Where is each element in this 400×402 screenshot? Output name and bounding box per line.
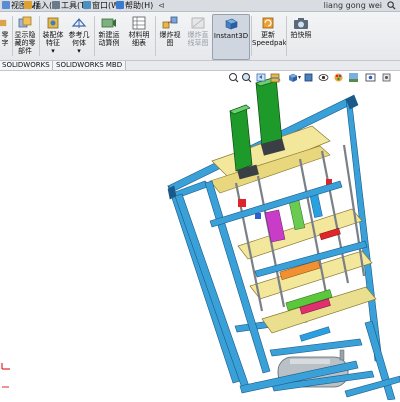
speedpak-icon [262, 17, 274, 29]
zoom-area-icon[interactable] [241, 72, 252, 83]
zoom-fit-icon[interactable] [228, 72, 239, 83]
display-style-icon[interactable] [303, 72, 314, 83]
explode-line-sketch-button[interactable]: 爆炸直 线草图 [184, 14, 212, 58]
help-menu-icon [116, 1, 124, 9]
tools-menu-icon [52, 1, 60, 9]
view-settings-icon[interactable] [365, 72, 376, 83]
part-icon [0, 19, 7, 27]
search-icon[interactable] [387, 1, 396, 10]
button-label: 字 [1, 39, 9, 47]
instant3d-button[interactable]: Instant3D [212, 14, 250, 60]
button-label: 新建运 [98, 31, 120, 39]
frame-bottom [344, 320, 400, 401]
edit-appearance-icon[interactable] [333, 72, 344, 83]
button-label: 藏的零 [14, 39, 36, 47]
camera-icon [294, 18, 308, 29]
view-orientation-icon[interactable] [287, 72, 298, 83]
hide-show-icon[interactable] [318, 72, 329, 83]
button-label: Speedpak [252, 39, 287, 47]
take-snapshot-button[interactable]: 拍快照 [287, 14, 315, 58]
new-motion-study-button[interactable]: 新建运 动算例 [95, 14, 123, 58]
menu-pin-icon[interactable]: ⊲ [158, 0, 165, 11]
button-label: 零 [1, 31, 9, 39]
menu-help[interactable]: 帮助(H) [125, 0, 153, 11]
button-label: 细表 [132, 39, 146, 47]
button-label: 何体 [72, 39, 86, 47]
button-label: 爆炸直 [187, 31, 209, 39]
heads-up-view-toolbar: ▾ [0, 71, 400, 85]
button-label: 线草图 [187, 39, 209, 47]
button-label: 图 [166, 39, 174, 47]
command-tab-bar: SOLIDWORKS 插件 SOLIDWORKS MBD [0, 61, 400, 71]
insert-menu-icon [24, 1, 32, 9]
button-label: Instant3D [213, 32, 249, 40]
chevron-down-icon[interactable]: ▾ [66, 47, 92, 55]
bill-of-materials-icon [132, 16, 146, 30]
assembly-features-icon [47, 17, 59, 29]
command-manager-ribbon: 零 字 显示隐 藏的零 部件 装配体 特征 ▾ 参考几 何体 ▾ 新建运 动算例… [0, 12, 400, 61]
chevron-down-icon[interactable]: ▾ [40, 47, 66, 55]
button-label: 参考几 [68, 31, 90, 39]
section-view-icon[interactable] [270, 72, 281, 83]
button-label: 显示隐 [14, 31, 36, 39]
view-menu-icon [2, 1, 10, 9]
show-hidden-icon [18, 16, 32, 28]
exploded-view-icon [162, 16, 178, 29]
window-menu-icon [83, 1, 91, 9]
button-label: 动算例 [98, 39, 120, 47]
menu-bar: 视图(V) 插入(I) 工具(T) 窗口(W) 帮助(H) ⊲ liang go… [0, 0, 400, 12]
button-label: 部件 [18, 47, 32, 55]
origin-triad [1, 363, 10, 388]
bill-of-materials-button[interactable]: 材料明 细表 [125, 14, 153, 58]
button-label: 爆炸视 [159, 31, 181, 39]
tab-solidworks-mbd[interactable]: SOLIDWORKS MBD [52, 61, 127, 70]
assembly-model [1, 76, 400, 401]
graphics-area[interactable] [0, 71, 400, 401]
partial-button[interactable]: 零 字 [0, 14, 12, 58]
scene-icon[interactable] [348, 72, 359, 83]
button-label: 装配体 [42, 31, 64, 39]
user-name[interactable]: liang gong wei [324, 0, 382, 11]
update-speedpak-button[interactable]: 更新 Speedpak [252, 14, 287, 58]
button-label: 材料明 [128, 31, 150, 39]
button-label: 拍快照 [290, 31, 312, 39]
reference-geometry-button[interactable]: 参考几 何体 ▾ [66, 14, 92, 58]
show-hidden-components-button[interactable]: 显示隐 藏的零 部件 [12, 14, 38, 58]
button-label: 特征 [46, 39, 60, 47]
more-icon[interactable] [381, 72, 392, 83]
exploded-view-button[interactable]: 爆炸视 图 [156, 14, 184, 58]
reference-geometry-icon [71, 18, 87, 28]
dropdown-arrow-icon[interactable]: ▾ [298, 75, 301, 81]
button-label: 更新 [261, 31, 275, 39]
explode-line-sketch-icon [191, 17, 205, 29]
instant3d-icon [225, 18, 238, 30]
assembly-features-button[interactable]: 装配体 特征 ▾ [40, 14, 66, 58]
previous-view-icon[interactable] [256, 72, 267, 83]
motion-study-icon [101, 18, 116, 28]
